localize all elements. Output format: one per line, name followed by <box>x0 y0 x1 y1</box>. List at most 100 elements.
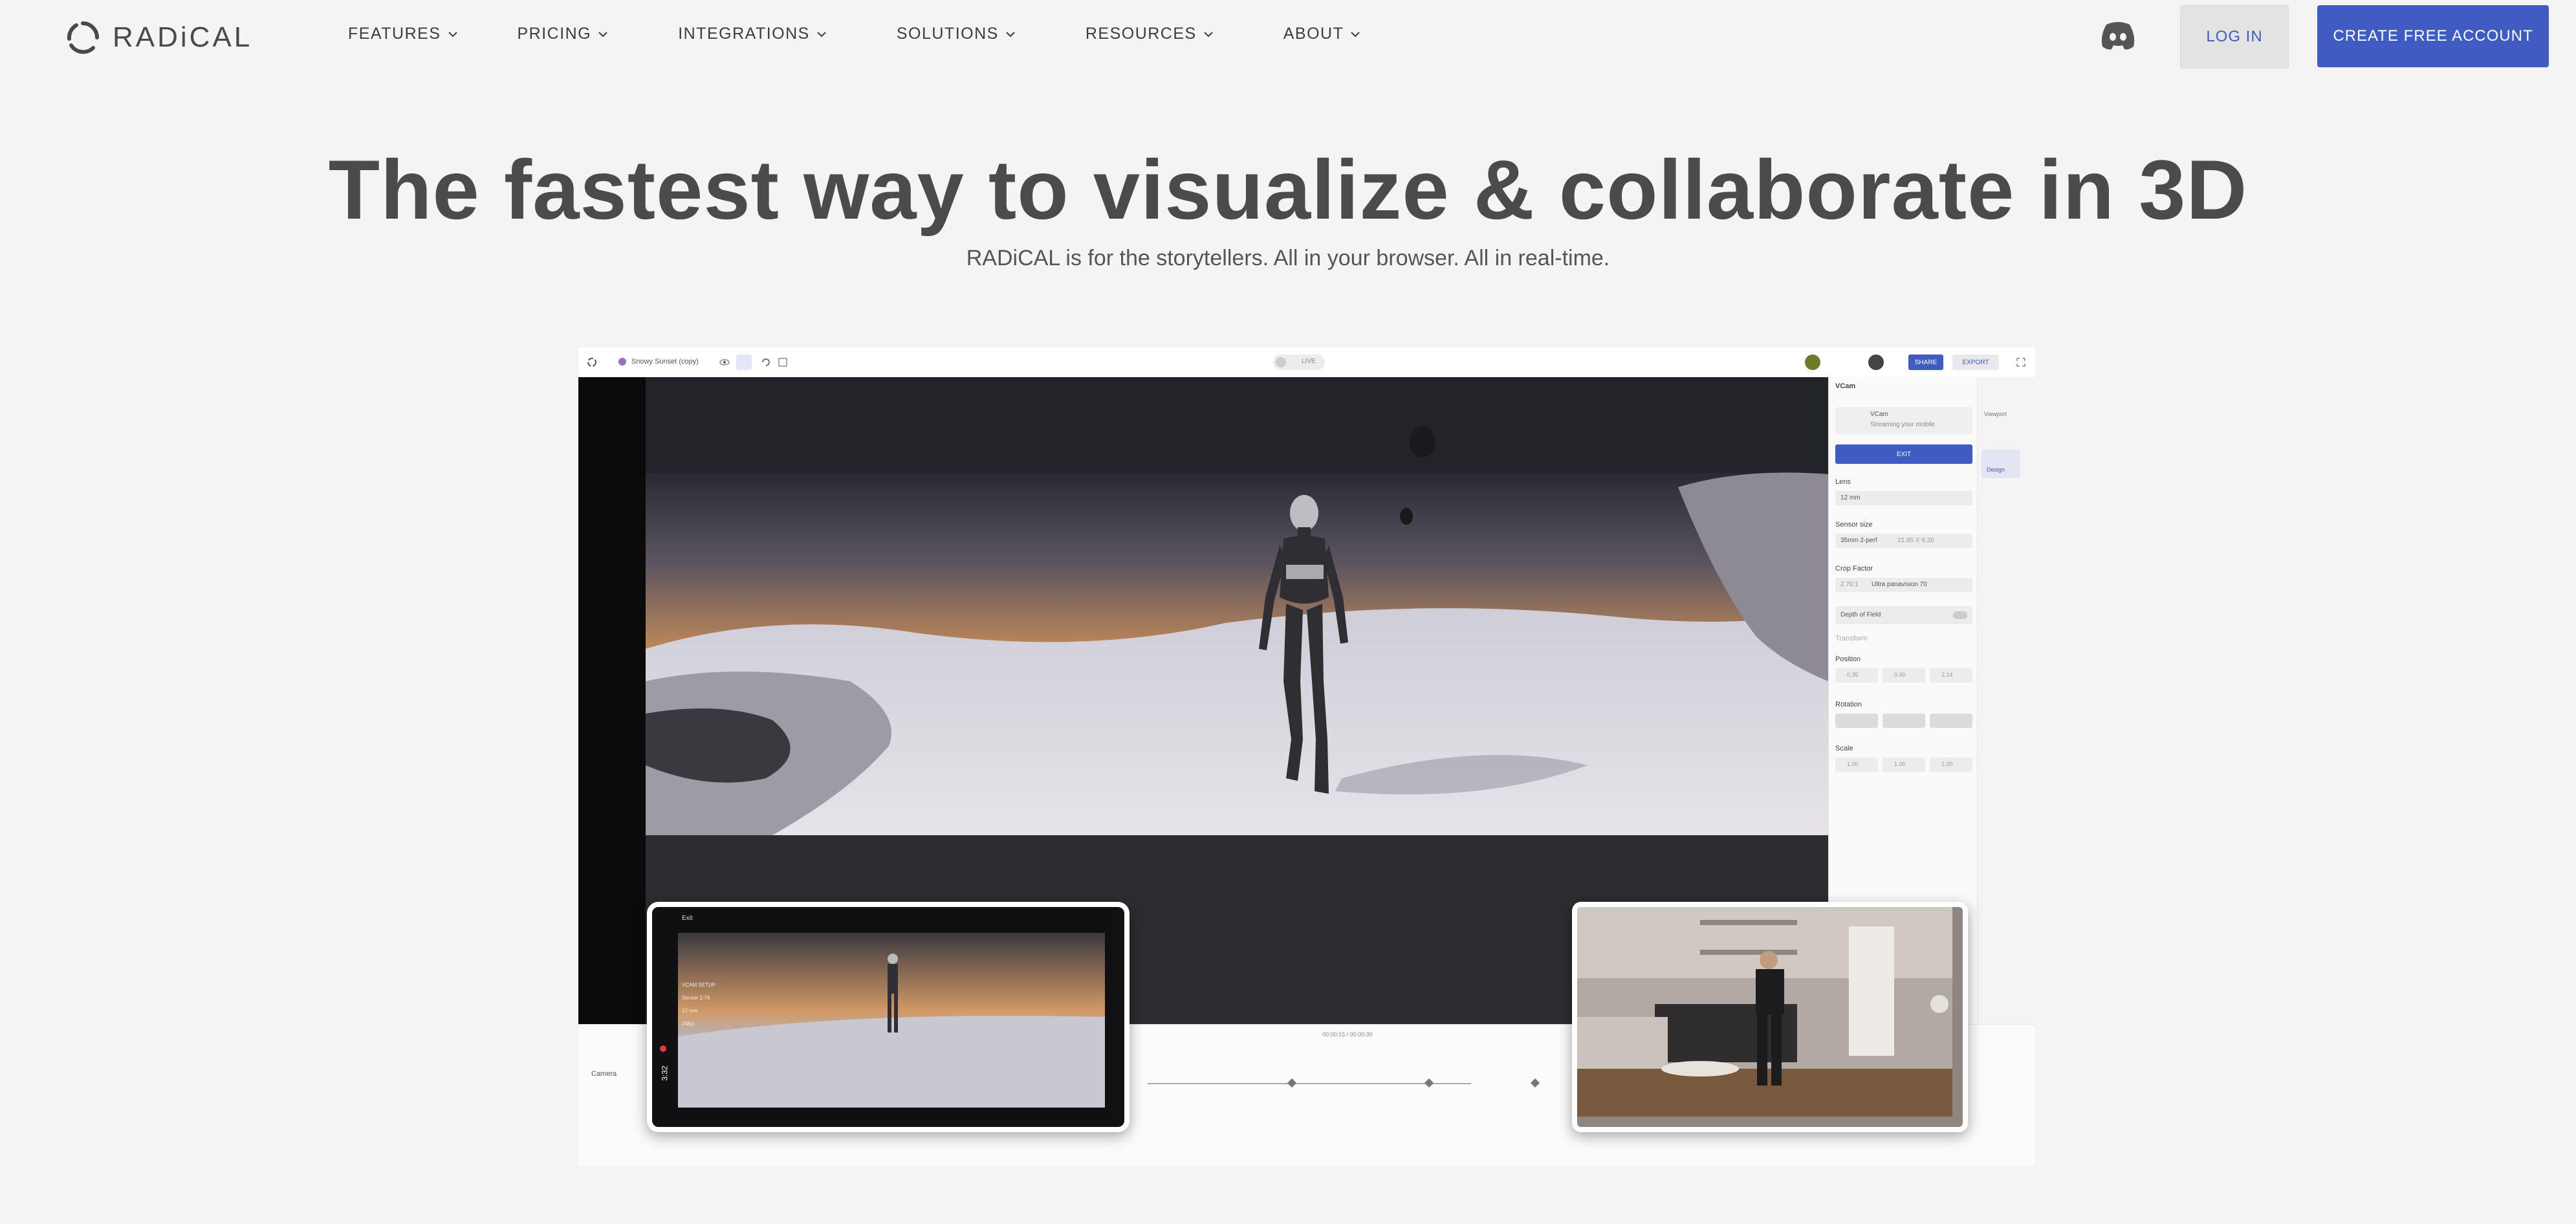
timeline-time: 00:00:15 / 00:00:30 <box>1322 1031 1373 1038</box>
nav-item-about[interactable]: ABOUT <box>1283 25 1361 43</box>
nav-item-label: RESOURCES <box>1085 25 1197 43</box>
phone-vcam-preview: Exit 3:32 VCAM SETUP Sensor 2.76 12 mm 2… <box>647 902 1130 1132</box>
phone-scene-render <box>652 907 1114 1117</box>
webcam-video-preview <box>1572 902 1968 1132</box>
scale-x-field[interactable]: 1.00 <box>1835 758 1878 772</box>
position-y-field[interactable]: 0.40 <box>1883 668 1925 683</box>
phone-hud-sensor: Sensor 2.76 <box>682 995 710 1001</box>
chevron-down-icon <box>1204 31 1213 37</box>
brand-name: RADiCAL <box>113 21 253 53</box>
radical-logo-icon <box>67 21 99 54</box>
phone-hud-title: VCAM SETUP <box>682 982 716 988</box>
keyframe[interactable] <box>1424 1078 1434 1088</box>
avatar[interactable] <box>1868 355 1884 370</box>
live-label: LIVE <box>1302 358 1316 365</box>
eye-icon[interactable] <box>719 357 730 367</box>
exit-vcam-button[interactable]: EXIT <box>1835 444 1972 464</box>
radical-logo-icon <box>587 358 596 367</box>
nav-item-integrations[interactable]: INTEGRATIONS <box>678 25 827 43</box>
nav-item-label: PRICING <box>517 25 592 43</box>
fullscreen-icon[interactable] <box>2016 357 2026 367</box>
nav-item-label: INTEGRATIONS <box>678 25 810 43</box>
chevron-down-icon <box>1006 31 1015 37</box>
dof-toggle[interactable] <box>1953 611 1967 619</box>
scale-z-field[interactable]: 1.00 <box>1930 758 1972 772</box>
brand-logo[interactable]: RADiCAL <box>65 19 252 56</box>
crop-factor-select[interactable]: 2.76:1 Ultra panavision 70 <box>1835 578 1972 592</box>
position-label: Position <box>1835 655 1861 663</box>
live-toggle[interactable]: LIVE <box>1273 355 1325 370</box>
avatar[interactable] <box>1805 355 1820 370</box>
lens-label: Lens <box>1835 478 1851 486</box>
vcam-name: VCam <box>1870 411 1888 418</box>
crop-ratio: 2.76:1 <box>1840 581 1859 588</box>
viewport-tab[interactable]: Viewport <box>1984 411 2007 417</box>
position-z-value: 2.14 <box>1941 672 1953 678</box>
depth-of-field-row[interactable]: Depth of Field <box>1835 606 1972 624</box>
nav-item-pricing[interactable]: PRICING <box>518 25 609 43</box>
share-button[interactable]: SHARE <box>1908 355 1943 370</box>
position-x-value: 0.35 <box>1847 672 1859 678</box>
phone-exit-label[interactable]: Exit <box>682 915 693 922</box>
login-button[interactable]: LOG IN <box>2180 5 2289 69</box>
toggle-knob <box>1276 357 1286 367</box>
phone-hud-lens: 12 mm <box>682 1008 698 1014</box>
scale-z-value: 1.00 <box>1941 761 1953 767</box>
sensor-size-select[interactable]: 35mm 2-perf 21.95 X 9.35 <box>1835 534 1972 548</box>
rotate-icon[interactable] <box>761 357 771 367</box>
vcam-card[interactable]: VCam Streaming your mobile <box>1835 407 1972 434</box>
chevron-down-icon <box>598 31 607 37</box>
hero-title: The fastest way to visualize & collabora… <box>328 142 2248 237</box>
record-dot-icon[interactable] <box>660 1045 666 1052</box>
rotation-label: Rotation <box>1835 701 1862 708</box>
crop-value: Ultra panavision 70 <box>1872 581 1927 588</box>
chevron-down-icon <box>817 31 826 37</box>
chevron-down-icon <box>1351 31 1360 37</box>
project-icon <box>618 358 626 366</box>
lens-select[interactable]: 12 mm <box>1835 491 1972 505</box>
scale-label: Scale <box>1835 745 1853 752</box>
top-nav: RADiCAL FEATURES PRICING INTEGRATIONS SO… <box>0 0 2576 71</box>
sensor-size-label: Sensor size <box>1835 521 1873 529</box>
rotation-x-field[interactable] <box>1835 714 1878 728</box>
scale-x-value: 1.00 <box>1847 761 1859 767</box>
crop-factor-label: Crop Factor <box>1835 565 1873 573</box>
rotation-y-field[interactable] <box>1883 714 1925 728</box>
frame-icon[interactable] <box>778 357 788 367</box>
nav-item-label: SOLUTIONS <box>896 25 999 43</box>
transform-label: Transform <box>1835 635 1868 642</box>
nav-item-features[interactable]: FEATURES <box>348 25 458 43</box>
keyframe[interactable] <box>1530 1078 1540 1088</box>
vcam-status: Streaming your mobile <box>1870 421 1936 428</box>
project-name: Snowy Sunset (copy) <box>631 358 699 366</box>
sensor-dims: 21.95 X 9.35 <box>1897 537 1934 544</box>
design-tab[interactable]: Design <box>1987 466 2005 473</box>
select-tool-button[interactable] <box>736 355 752 370</box>
export-button[interactable]: EXPORT <box>1952 355 1999 370</box>
phone-hud-fps: 24fps <box>682 1021 695 1027</box>
sensor-value: 35mm 2-perf <box>1840 537 1877 544</box>
nav-item-solutions[interactable]: SOLUTIONS <box>897 25 1016 43</box>
nav-item-label: ABOUT <box>1283 25 1344 43</box>
rotation-z-field[interactable] <box>1930 714 1972 728</box>
main-menu: FEATURES PRICING INTEGRATIONS SOLUTIONS … <box>348 25 1412 43</box>
app-toolbar: Snowy Sunset (copy) LIVE SHARE EXPORT <box>578 347 2035 378</box>
design-tab-bg <box>1981 450 2020 478</box>
phone-clock: 3:32 <box>660 1066 670 1081</box>
dof-label: Depth of Field <box>1840 611 1881 618</box>
position-x-field[interactable]: 0.35 <box>1835 668 1878 683</box>
webcam-scene-render <box>1577 907 1952 1117</box>
position-y-value: 0.40 <box>1894 672 1906 678</box>
keyframe-track <box>1148 1083 1471 1084</box>
nav-item-resources[interactable]: RESOURCES <box>1086 25 1214 43</box>
chevron-down-icon <box>448 31 457 37</box>
keyframe[interactable] <box>1287 1078 1297 1088</box>
discord-icon[interactable] <box>2099 19 2137 52</box>
lens-value: 12 mm <box>1840 494 1861 501</box>
panel-title: VCam <box>1835 382 1856 390</box>
scale-y-value: 1.00 <box>1894 761 1906 767</box>
position-z-field[interactable]: 2.14 <box>1930 668 1972 683</box>
right-rail: Viewport Design <box>1977 377 2035 1024</box>
create-free-account-button[interactable]: CREATE FREE ACCOUNT <box>2317 5 2549 67</box>
scale-y-field[interactable]: 1.00 <box>1883 758 1925 772</box>
